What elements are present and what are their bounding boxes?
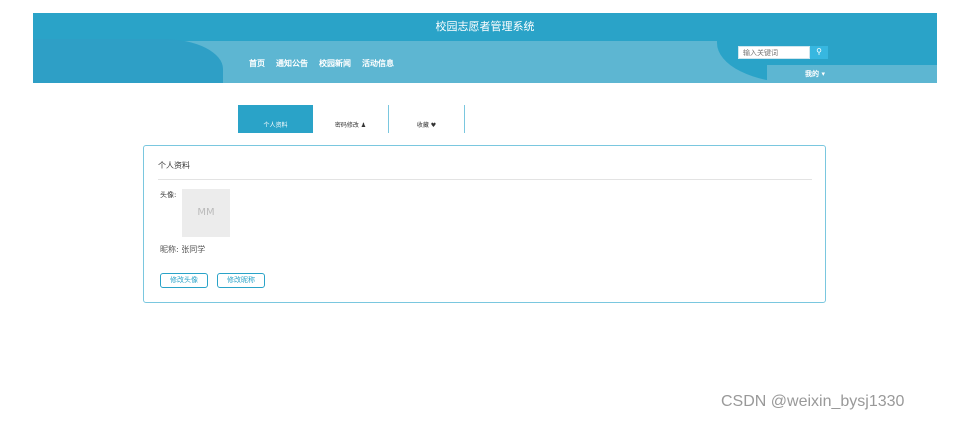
nav-item-activities[interactable]: 活动信息 [362, 58, 394, 69]
heart-icon: ♥ [430, 122, 437, 129]
header-wave-left [33, 39, 223, 83]
tab-password-label: 密码修改 [334, 122, 359, 129]
nickname-value: 张同学 [181, 245, 206, 254]
profile-panel: 个人资料 头像: MM 昵称: 张同学 修改头像 修改昵称 [143, 145, 826, 303]
user-menu[interactable]: 我的 ▾ [805, 69, 825, 79]
nickname-label: 昵称: [160, 245, 179, 254]
nav-item-home[interactable]: 首页 [249, 58, 265, 69]
change-nickname-button[interactable]: 修改昵称 [217, 273, 265, 288]
search-box: ⚲ [738, 46, 828, 59]
user-icon: ♟ [360, 122, 367, 129]
tab-password[interactable]: 密码修改 ♟ [313, 105, 388, 133]
tab-divider [464, 105, 465, 133]
tab-favorites[interactable]: 收藏 ♥ [389, 105, 464, 133]
avatar-label: 头像: [160, 191, 177, 199]
tab-profile[interactable]: 个人资料 [238, 105, 313, 133]
watermark: CSDN @weixin_bysj1330 [721, 393, 905, 410]
nickname-row: 昵称: 张同学 [160, 244, 205, 255]
change-avatar-button[interactable]: 修改头像 [160, 273, 208, 288]
nav-item-notices[interactable]: 通知公告 [276, 58, 308, 69]
caret-down-icon: ▾ [821, 70, 825, 78]
app-title: 校园志愿者管理系统 [33, 13, 937, 41]
site-header: 校园志愿者管理系统 首页 通知公告 校园新闻 活动信息 ⚲ 我的 ▾ [33, 13, 937, 83]
nav-item-news[interactable]: 校园新闻 [319, 58, 351, 69]
tab-profile-label: 个人资料 [263, 122, 288, 129]
section-divider [158, 179, 812, 180]
user-menu-label: 我的 [805, 70, 819, 78]
profile-tabs: 个人资料 密码修改 ♟ 收藏 ♥ [238, 105, 465, 133]
avatar: MM [182, 189, 230, 237]
section-title: 个人资料 [158, 161, 190, 170]
search-input[interactable] [738, 46, 810, 59]
main-nav: 首页 通知公告 校园新闻 活动信息 [249, 58, 394, 69]
search-icon: ⚲ [816, 47, 822, 56]
search-button[interactable]: ⚲ [810, 46, 828, 59]
tab-favorites-label: 收藏 [416, 122, 429, 129]
header-wave-right-low [767, 65, 937, 83]
